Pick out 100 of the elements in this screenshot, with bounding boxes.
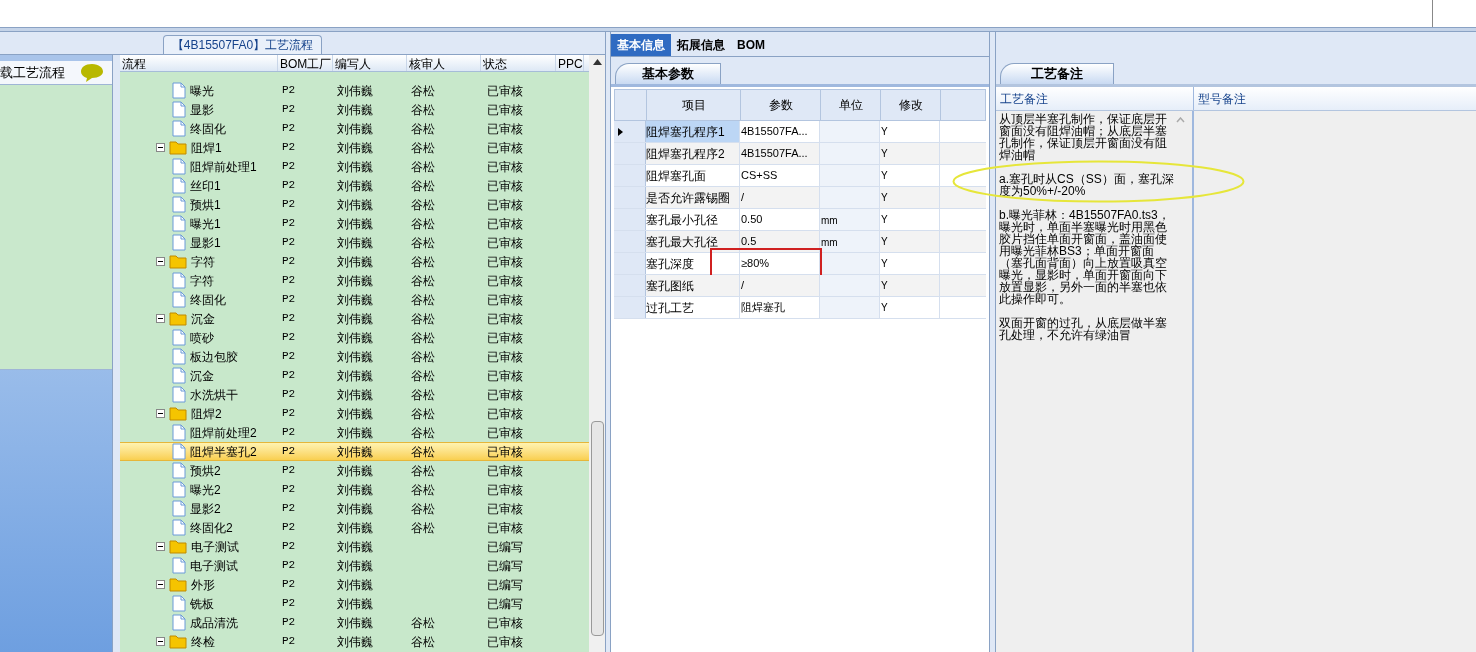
tree-row[interactable]: 阻焊1 P2 刘伟巍 谷松 已审核 [120, 138, 589, 157]
bom-cell-text: P2 [281, 615, 297, 631]
bom-cell-text: P2 [281, 634, 297, 650]
bom-cell-text: P2 [281, 292, 297, 308]
column-header[interactable]: 状态 [481, 55, 556, 71]
collapse-icon[interactable] [156, 143, 165, 152]
tree-row[interactable]: 外形 P2 刘伟巍 已编写 [120, 575, 589, 594]
side-list-item[interactable]: 载工艺流程 [0, 61, 112, 85]
tree-row[interactable]: 铣板 P2 刘伟巍 已编写 [120, 594, 589, 613]
file-icon [172, 386, 186, 403]
column-header[interactable]: 核审人 [407, 55, 481, 71]
unit-cell [820, 187, 880, 208]
file-icon [172, 82, 186, 99]
column-header[interactable]: 修改 [881, 90, 941, 120]
tree-row[interactable]: 预烘1 P2 刘伟巍 谷松 已审核 [120, 195, 589, 214]
reviewer-cell: 谷松 [411, 501, 435, 516]
writer-cell-text: 刘伟巍 [336, 500, 374, 518]
tree-row[interactable]: 字符 P2 刘伟巍 谷松 已审核 [120, 271, 589, 290]
section-tab[interactable]: 基本参数 [615, 63, 721, 84]
reviewer-cell: 谷松 [411, 634, 435, 649]
column-header[interactable]: 项目 [647, 90, 741, 120]
row-header[interactable] [614, 121, 646, 142]
tree-row[interactable]: 终固化 P2 刘伟巍 谷松 已审核 [120, 290, 589, 309]
tree-row[interactable]: 终检 P2 刘伟巍 谷松 已审核 [120, 632, 589, 651]
table-row[interactable]: 塞孔深度 ≥80% Y [614, 253, 986, 275]
tree-row[interactable]: 水洗烘干 P2 刘伟巍 谷松 已审核 [120, 385, 589, 404]
collapse-icon[interactable] [156, 580, 165, 589]
tree-row[interactable]: 终固化 P2 刘伟巍 谷松 已审核 [120, 119, 589, 138]
tree-label: 水洗烘干 [190, 386, 238, 404]
column-header[interactable]: 参数 [741, 90, 821, 120]
status-cell-text: 已审核 [486, 367, 524, 385]
tree-row[interactable]: 终固化2 P2 刘伟巍 谷松 已审核 [120, 518, 589, 537]
section-tab[interactable]: 工艺备注 [1000, 63, 1114, 84]
tree-row[interactable]: 阻焊半塞孔2 P2 刘伟巍 谷松 已审核 [120, 442, 589, 461]
table-row[interactable]: 塞孔图纸 / Y [614, 275, 986, 297]
modified-cell: Y [880, 253, 940, 274]
reviewer-cell: 谷松 [411, 520, 435, 535]
collapse-icon[interactable] [156, 314, 165, 323]
modified-cell: Y [880, 209, 940, 230]
tree-row[interactable]: 显影 P2 刘伟巍 谷松 已审核 [120, 100, 589, 119]
tab[interactable]: 基本信息 [611, 34, 671, 56]
tree-row[interactable]: 阻焊前处理2 P2 刘伟巍 谷松 已审核 [120, 423, 589, 442]
table-row[interactable]: 阻焊塞孔面 CS+SS Y [614, 165, 986, 187]
writer-cell-text: 刘伟巍 [336, 196, 374, 214]
column-header[interactable]: 型号备注 [1194, 87, 1250, 110]
tree-row[interactable]: 曝光1 P2 刘伟巍 谷松 已审核 [120, 214, 589, 233]
tree-row[interactable]: 沉金 P2 刘伟巍 谷松 已审核 [120, 366, 589, 385]
tab[interactable]: 拓展信息 [671, 34, 731, 56]
tree-row[interactable]: 电子测试 P2 刘伟巍 已编写 [120, 556, 589, 575]
table-row[interactable]: 塞孔最大孔径 0.5 mm Y [614, 231, 986, 253]
column-header[interactable]: 工艺备注 [996, 87, 1194, 110]
tab[interactable]: BOM [731, 34, 771, 56]
tree-row[interactable]: 曝光2 P2 刘伟巍 谷松 已审核 [120, 480, 589, 499]
tree-row[interactable]: 阻焊前处理1 P2 刘伟巍 谷松 已审核 [120, 157, 589, 176]
tree-row[interactable]: 板边包胶 P2 刘伟巍 谷松 已审核 [120, 347, 589, 366]
tree-row[interactable]: 电子测试 P2 刘伟巍 已编写 [120, 537, 589, 556]
column-header[interactable]: BOM工厂 [278, 55, 333, 71]
tree-row[interactable]: 字符 P2 刘伟巍 谷松 已审核 [120, 252, 589, 271]
collapse-icon[interactable] [156, 257, 165, 266]
tree-label: 终固化 [190, 291, 226, 309]
reviewer-cell: 谷松 [411, 330, 435, 345]
tree-row[interactable]: 阻焊2 P2 刘伟巍 谷松 已审核 [120, 404, 589, 423]
reviewer-cell: 谷松 [411, 349, 435, 364]
bom-cell-text: P2 [281, 311, 297, 327]
collapse-icon[interactable] [156, 542, 165, 551]
tree-label: 曝光 [190, 82, 214, 100]
status-cell-text: 已审核 [486, 82, 524, 100]
tree-row[interactable]: 成品清洗 P2 刘伟巍 谷松 已审核 [120, 613, 589, 632]
table-row[interactable]: 过孔工艺 阻焊塞孔 Y [614, 297, 986, 319]
bom-cell-text: P2 [281, 444, 297, 460]
tree-row[interactable]: 显影1 P2 刘伟巍 谷松 已审核 [120, 233, 589, 252]
writer-cell-text: 刘伟巍 [336, 557, 374, 575]
scrollbar[interactable] [589, 55, 605, 652]
table-row[interactable]: 塞孔最小孔径 0.50 mm Y [614, 209, 986, 231]
tree-label: 沉金 [191, 310, 215, 328]
scroll-up-icon[interactable] [592, 59, 602, 65]
tree-row[interactable]: 预烘2 P2 刘伟巍 谷松 已审核 [120, 461, 589, 480]
column-header[interactable]: PPC [556, 55, 584, 71]
tree-row[interactable]: 曝光 P2 刘伟巍 谷松 已审核 [120, 81, 589, 100]
tree-row[interactable]: 显影2 P2 刘伟巍 谷松 已审核 [120, 499, 589, 518]
column-header[interactable]: 单位 [821, 90, 881, 120]
tree-row[interactable]: 丝印1 P2 刘伟巍 谷松 已审核 [120, 176, 589, 195]
tree-row[interactable]: 沉金 P2 刘伟巍 谷松 已审核 [120, 309, 589, 328]
writer-cell-text: 刘伟巍 [336, 101, 374, 119]
param-name: 塞孔最小孔径 [646, 209, 740, 230]
writer-cell-text: 刘伟巍 [336, 462, 374, 480]
reviewer-cell: 谷松 [411, 292, 435, 307]
table-row[interactable]: 阻焊塞孔程序2 4B15507FA... Y [614, 143, 986, 165]
table-row[interactable]: 是否允许露锡圈 / Y [614, 187, 986, 209]
column-header[interactable]: 编写人 [333, 55, 407, 71]
collapse-icon[interactable] [156, 637, 165, 646]
reviewer-cell: 谷松 [411, 406, 435, 421]
scroll-thumb[interactable] [590, 421, 604, 636]
writer-cell-text: 刘伟巍 [336, 234, 374, 252]
status-cell-text: 已审核 [486, 310, 524, 328]
table-row[interactable]: 阻焊塞孔程序1 4B15507FA... Y [614, 121, 986, 143]
writer-cell-text: 刘伟巍 [336, 291, 374, 309]
collapse-icon[interactable] [156, 409, 165, 418]
tree-row[interactable]: 喷砂 P2 刘伟巍 谷松 已审核 [120, 328, 589, 347]
column-header[interactable]: 流程 [120, 55, 278, 71]
